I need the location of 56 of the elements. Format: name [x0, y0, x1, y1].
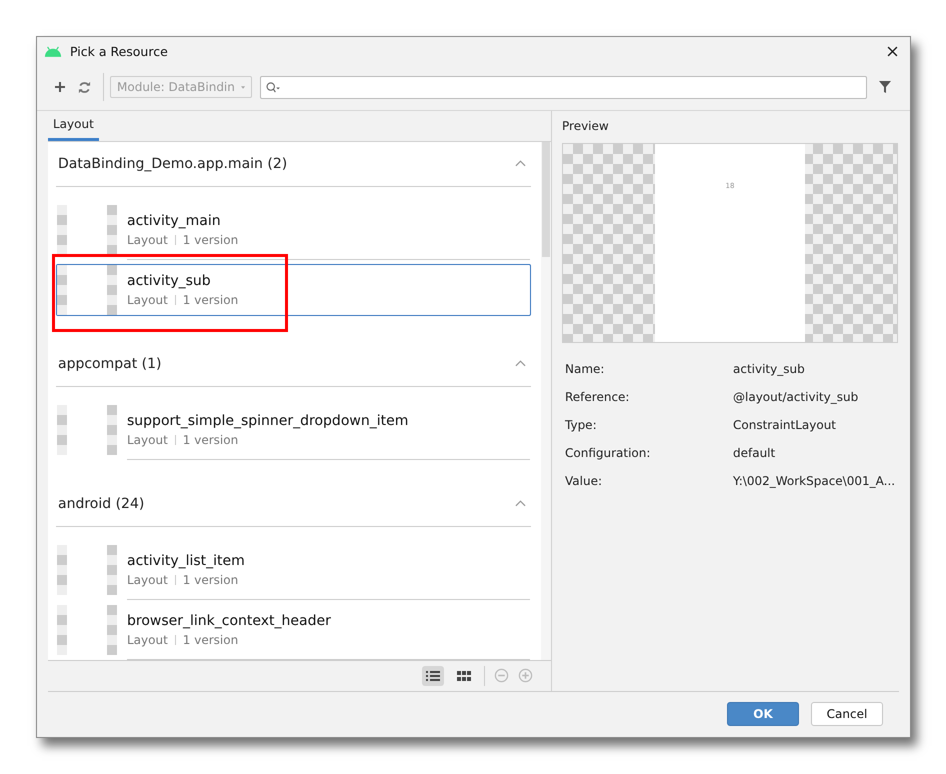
group-title: appcompat (1): [58, 356, 162, 372]
list-view-button[interactable]: [422, 666, 444, 686]
version-count: 1 version: [182, 632, 238, 647]
scrollbar-thumb[interactable]: [542, 142, 550, 257]
version-count: 1 version: [182, 232, 238, 247]
filter-icon[interactable]: [879, 81, 891, 94]
resource-item[interactable]: activity_list_item Layout 1 version: [56, 544, 531, 596]
resource-name: support_simple_spinner_dropdown_item: [127, 412, 408, 429]
layout-thumbnail: [57, 204, 117, 255]
cancel-button[interactable]: Cancel: [811, 702, 883, 726]
resource-name: activity_list_item: [127, 552, 245, 569]
zoom-in-icon[interactable]: [518, 668, 533, 684]
resource-item[interactable]: activity_sub Layout 1 version: [56, 264, 531, 316]
android-icon: [44, 46, 62, 57]
resource-type: Layout: [127, 432, 168, 447]
version-count: 1 version: [182, 292, 238, 307]
caret-icon: [240, 84, 245, 90]
resource-name: browser_link_context_header: [127, 612, 331, 629]
chevron-icon[interactable]: [515, 160, 526, 168]
detail-label: Value:: [565, 474, 603, 488]
preview-title: Preview: [562, 118, 610, 133]
layout-thumbnail: [57, 264, 117, 315]
detail-value: ConstraintLayout: [733, 418, 836, 432]
resource-type: Layout: [127, 572, 168, 587]
resource-type: Layout: [127, 632, 168, 647]
detail-label: Configuration:: [565, 446, 652, 460]
resource-item[interactable]: support_simple_spinner_dropdown_item Layout 1 version: [56, 404, 531, 456]
grid-icon: [457, 670, 471, 681]
resource-name: activity_main: [127, 212, 222, 229]
zoom-out-icon[interactable]: [494, 668, 509, 684]
chevron-icon[interactable]: [515, 360, 526, 368]
close-icon[interactable]: [887, 46, 898, 57]
group-title: DataBinding_Demo.app.main (2): [58, 156, 288, 172]
resource-item[interactable]: browser_link_context_header Layout 1 version: [56, 604, 531, 656]
detail-label: Reference:: [565, 390, 630, 404]
ok-button[interactable]: OK: [727, 702, 799, 726]
detail-value: Y:\002_WorkSpace\001_A...: [733, 474, 896, 488]
refresh-icon[interactable]: [78, 80, 91, 94]
resource-type: Layout: [127, 232, 168, 247]
version-count: 1 version: [182, 572, 238, 587]
resource-type: Layout: [127, 292, 168, 307]
group-title: android (24): [58, 496, 144, 512]
detail-value: activity_sub: [733, 362, 805, 376]
add-icon[interactable]: [54, 81, 66, 94]
search-field[interactable]: [260, 76, 867, 99]
search-icon: [266, 82, 281, 93]
list-icon: [426, 670, 440, 681]
detail-value: @layout/activity_sub: [733, 390, 858, 404]
version-count: 1 version: [182, 432, 238, 447]
detail-label: Type:: [565, 418, 598, 432]
window-title: Pick a Resource: [70, 44, 169, 59]
detail-value: default: [733, 446, 776, 460]
resource-item[interactable]: activity_main Layout 1 version: [56, 204, 531, 256]
resource-name: activity_sub: [127, 272, 212, 289]
chevron-icon[interactable]: [515, 500, 526, 508]
detail-label: Name:: [565, 362, 606, 376]
